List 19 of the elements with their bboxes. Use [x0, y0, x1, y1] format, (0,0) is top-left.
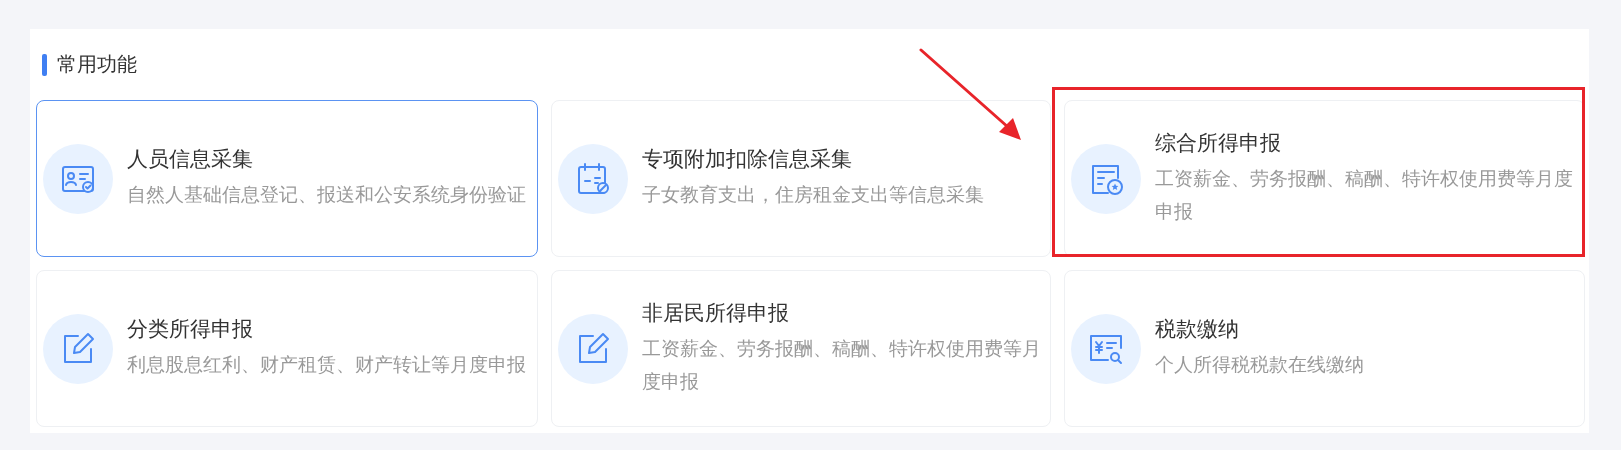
card-description: 利息股息红利、财产租赁、财产转让等月度申报 — [127, 353, 526, 378]
feature-card[interactable]: 非居民所得申报 工资薪金、劳务报酬、稿酬、特许权使用费等月度申报 — [551, 270, 1051, 427]
card-description: 子女教育支出，住房租金支出等信息采集 — [642, 183, 984, 208]
title-accent-bar — [42, 53, 47, 76]
card-description: 工资薪金、劳务报酬、稿酬、特许权使用费等月度申报 — [1155, 167, 1574, 224]
card-description: 个人所得税税款在线缴纳 — [1155, 353, 1364, 378]
card-title: 人员信息采集 — [127, 146, 254, 174]
feature-card[interactable]: 人员信息采集 自然人基础信息登记、报送和公安系统身份验证 — [36, 100, 538, 257]
feature-card[interactable]: 专项附加扣除信息采集 子女教育支出，住房租金支出等信息采集 — [551, 100, 1051, 257]
card-title: 非居民所得申报 — [642, 300, 790, 328]
feature-card[interactable]: 税款缴纳 个人所得税税款在线缴纳 — [1064, 270, 1585, 427]
card-title: 专项附加扣除信息采集 — [642, 146, 853, 174]
card-description: 自然人基础信息登记、报送和公安系统身份验证 — [127, 183, 526, 208]
card-title: 税款缴纳 — [1155, 316, 1240, 344]
card-description: 工资薪金、劳务报酬、稿酬、特许权使用费等月度申报 — [642, 337, 1042, 394]
section-title: 常用功能 — [57, 51, 137, 78]
card-title: 分类所得申报 — [127, 316, 254, 344]
card-title: 综合所得申报 — [1155, 130, 1282, 158]
feature-card[interactable]: 分类所得申报 利息股息红利、财产租赁、财产转让等月度申报 — [36, 270, 538, 427]
